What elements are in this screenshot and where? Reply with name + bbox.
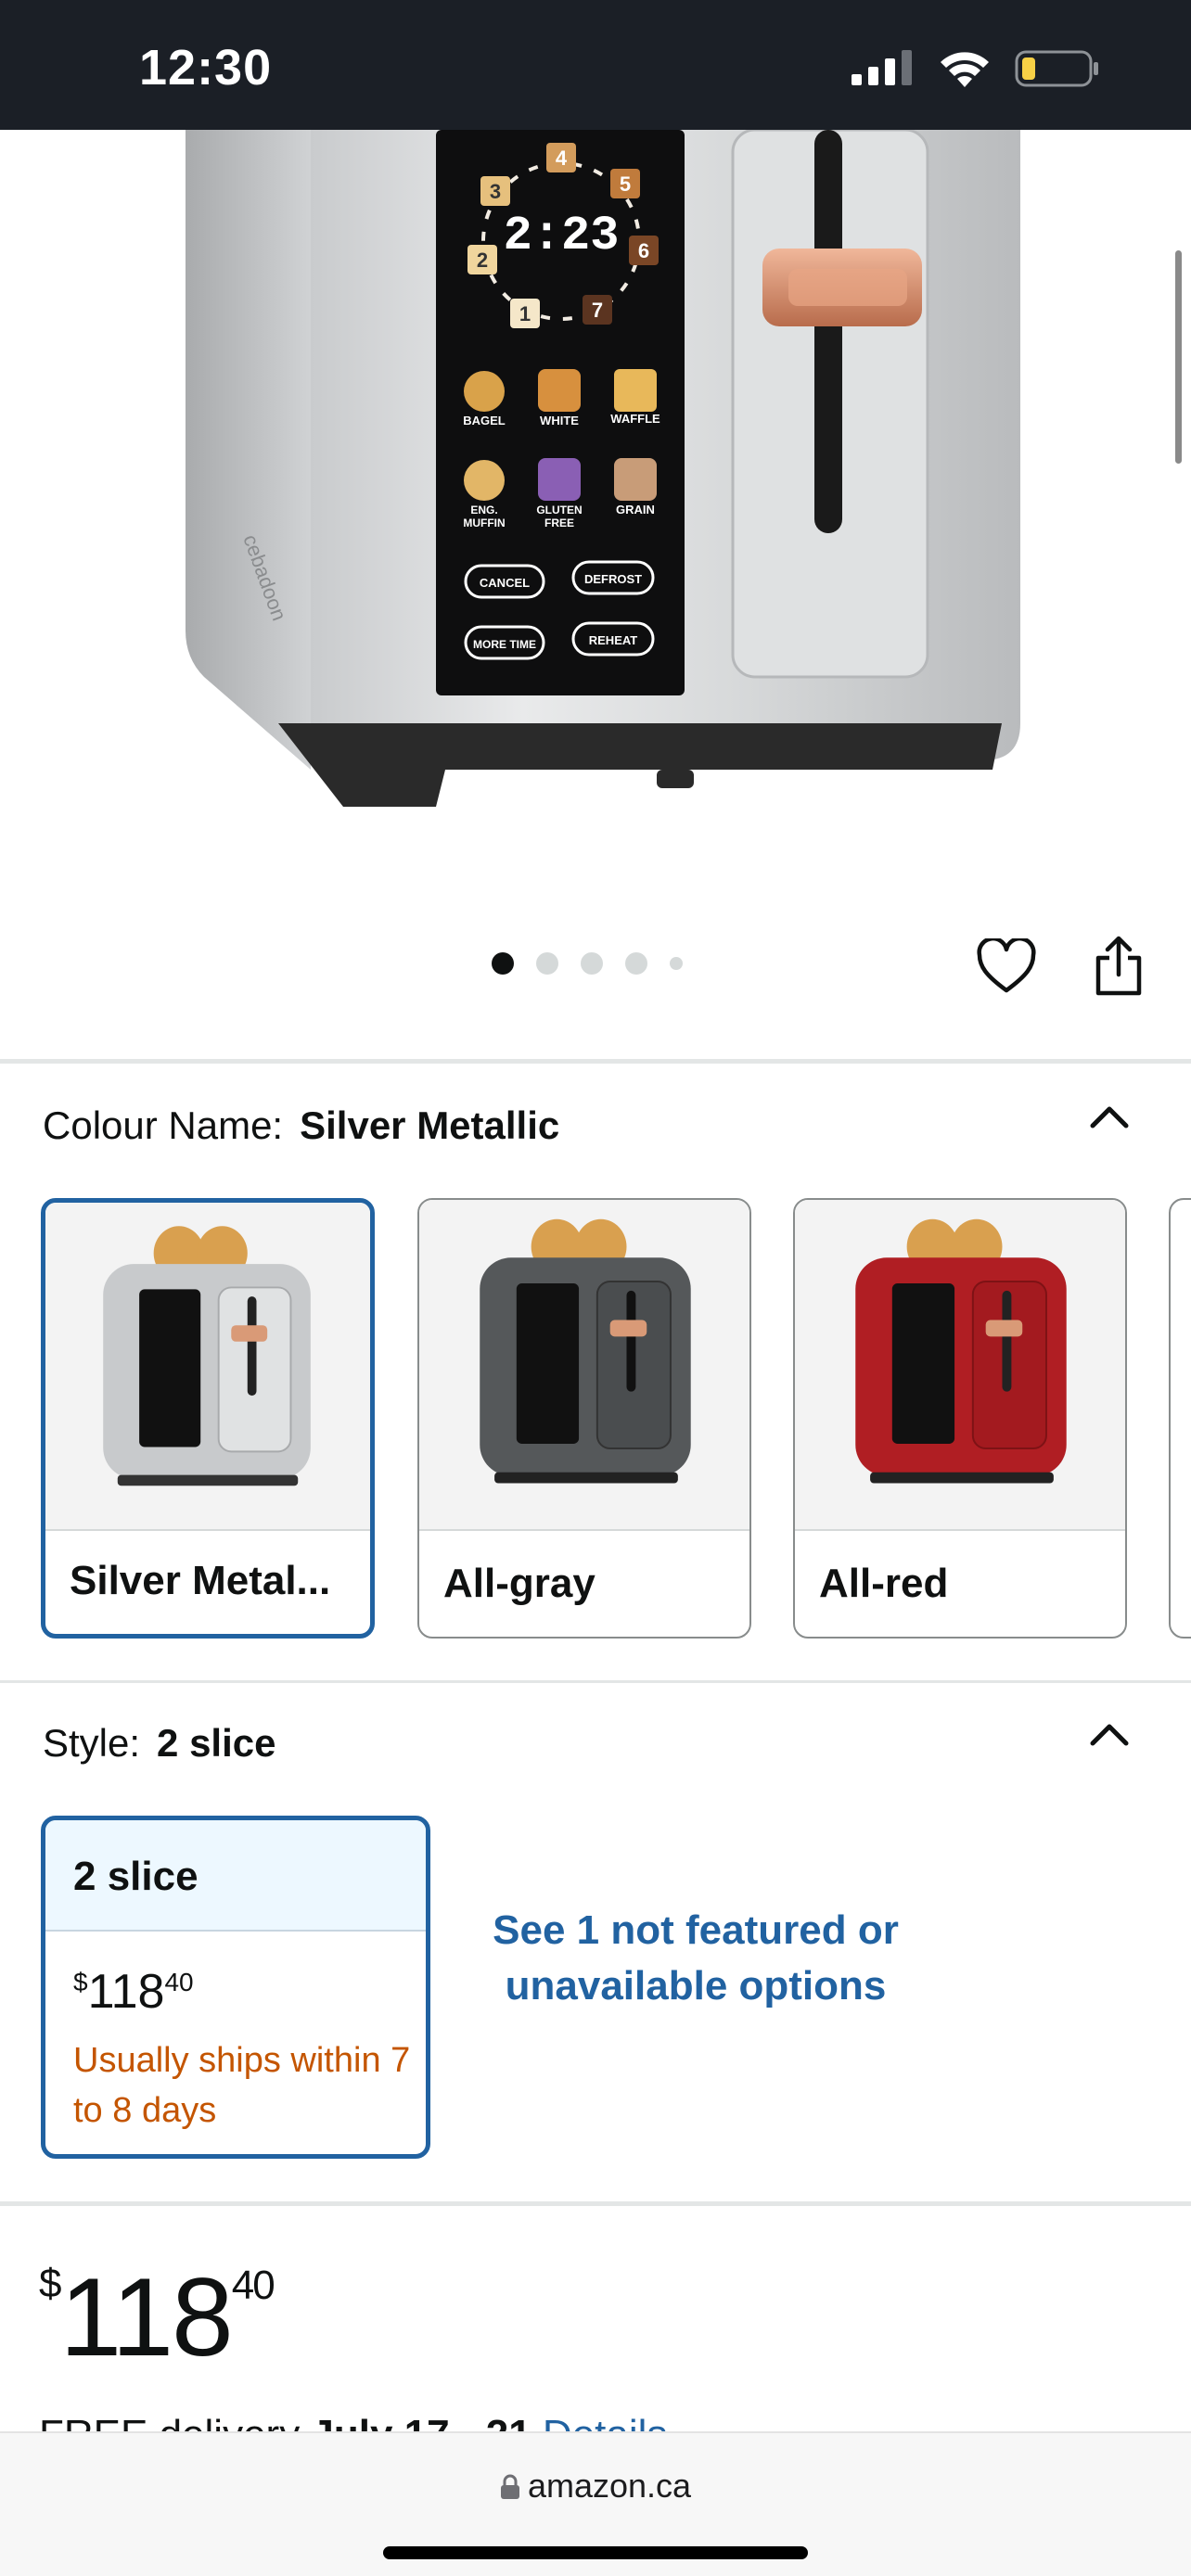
- style-selected-value: 2 slice: [157, 1721, 276, 1765]
- product-image-gallery[interactable]: cebadoon 4 5 6 7 1 2 3 2:23 BAGEL WHITE …: [0, 130, 1191, 1011]
- colour-heading: Colour Name: Silver Metallic: [43, 1103, 559, 1148]
- svg-text:MUFFIN: MUFFIN: [463, 516, 505, 529]
- colour-thumbnail: [795, 1200, 1125, 1531]
- panel-clock: 2:23: [504, 209, 620, 263]
- chevron-up-icon[interactable]: [1082, 1090, 1137, 1146]
- colour-thumbnail: [419, 1200, 749, 1531]
- price-fraction: 40: [164, 1968, 194, 1996]
- section-divider: [0, 1059, 1191, 1064]
- scroll-indicator[interactable]: [1175, 250, 1182, 464]
- lock-icon: [500, 2474, 519, 2499]
- see-unavailable-options-link[interactable]: See 1 not featured or unavailable option…: [492, 1903, 900, 2014]
- home-indicator[interactable]: [383, 2546, 808, 2559]
- svg-text:4: 4: [556, 147, 568, 170]
- pagination-dot-5[interactable]: [670, 957, 683, 970]
- svg-text:ENG.: ENG.: [470, 504, 497, 516]
- style-option-price: $11840: [73, 1964, 194, 2020]
- section-divider: [0, 1680, 1191, 1683]
- availability-text: Usually ships within 7 to 8 days: [73, 2041, 411, 2130]
- style-label: Style:: [43, 1721, 141, 1765]
- image-pagination[interactable]: [492, 952, 683, 975]
- battery-low-icon: [1015, 50, 1098, 87]
- svg-text:FREE: FREE: [544, 516, 574, 529]
- style-heading: Style: 2 slice: [43, 1721, 276, 1766]
- chevron-up-icon[interactable]: [1082, 1708, 1137, 1764]
- svg-text:GRAIN: GRAIN: [616, 503, 655, 516]
- status-icons: [852, 48, 1100, 89]
- product-price: $11840: [39, 2253, 275, 2381]
- style-option-name: 2 slice: [45, 1820, 426, 1932]
- pagination-dot-1[interactable]: [492, 952, 514, 975]
- colour-option-label: Silver Metal...: [70, 1558, 331, 1603]
- url-text: amazon.ca: [527, 2467, 692, 2505]
- colour-option-red[interactable]: All-red: [793, 1198, 1127, 1639]
- price-currency: $: [73, 1968, 88, 1996]
- status-time: 12:30: [139, 40, 273, 96]
- share-button[interactable]: [1082, 929, 1156, 1003]
- svg-text:GLUTEN: GLUTEN: [536, 504, 582, 516]
- svg-text:MORE TIME: MORE TIME: [473, 638, 536, 651]
- svg-text:3: 3: [490, 180, 501, 203]
- colour-thumbnail: [45, 1203, 370, 1531]
- status-bar: 12:30: [0, 0, 1191, 130]
- svg-text:REHEAT: REHEAT: [589, 633, 638, 647]
- url-display[interactable]: amazon.ca: [0, 2467, 1191, 2506]
- svg-text:6: 6: [638, 239, 649, 262]
- add-to-wishlist-button[interactable]: [969, 929, 1044, 1003]
- colour-option-more[interactable]: [1169, 1198, 1191, 1639]
- pagination-dot-3[interactable]: [581, 952, 603, 975]
- svg-text:CANCEL: CANCEL: [480, 576, 530, 590]
- svg-text:1: 1: [519, 302, 531, 325]
- share-icon: [1095, 936, 1142, 996]
- colour-selected-value: Silver Metallic: [300, 1103, 560, 1147]
- svg-text:WAFFLE: WAFFLE: [610, 412, 660, 426]
- cellular-signal-icon: [852, 50, 912, 85]
- price-whole: 118: [87, 1965, 165, 2019]
- svg-text:WHITE: WHITE: [540, 414, 579, 427]
- wifi-icon: [941, 52, 989, 87]
- price-fraction: 40: [231, 2263, 275, 2308]
- colour-option-silver[interactable]: Silver Metal...: [41, 1198, 375, 1639]
- svg-text:BAGEL: BAGEL: [463, 414, 506, 427]
- colour-option-label: All-red: [819, 1561, 949, 1606]
- pagination-dot-2[interactable]: [536, 952, 558, 975]
- price-whole: 118: [59, 2255, 233, 2379]
- style-option-2-slice[interactable]: 2 slice $11840 Usually ships within 7 to…: [41, 1816, 430, 2159]
- colour-option-gray[interactable]: All-gray: [417, 1198, 751, 1639]
- section-divider: [0, 2201, 1191, 2206]
- browser-address-bar[interactable]: amazon.ca: [0, 2431, 1191, 2576]
- heart-icon: [977, 938, 1036, 993]
- svg-text:2: 2: [477, 249, 488, 272]
- colour-label: Colour Name:: [43, 1103, 284, 1147]
- svg-text:5: 5: [620, 172, 631, 196]
- product-image-toaster: cebadoon 4 5 6 7 1 2 3 2:23 BAGEL WHITE …: [186, 130, 1020, 807]
- pagination-dot-4[interactable]: [625, 952, 647, 975]
- price-currency: $: [39, 2261, 62, 2306]
- svg-text:7: 7: [592, 299, 603, 322]
- colour-option-label: All-gray: [443, 1561, 596, 1606]
- svg-text:DEFROST: DEFROST: [584, 572, 642, 586]
